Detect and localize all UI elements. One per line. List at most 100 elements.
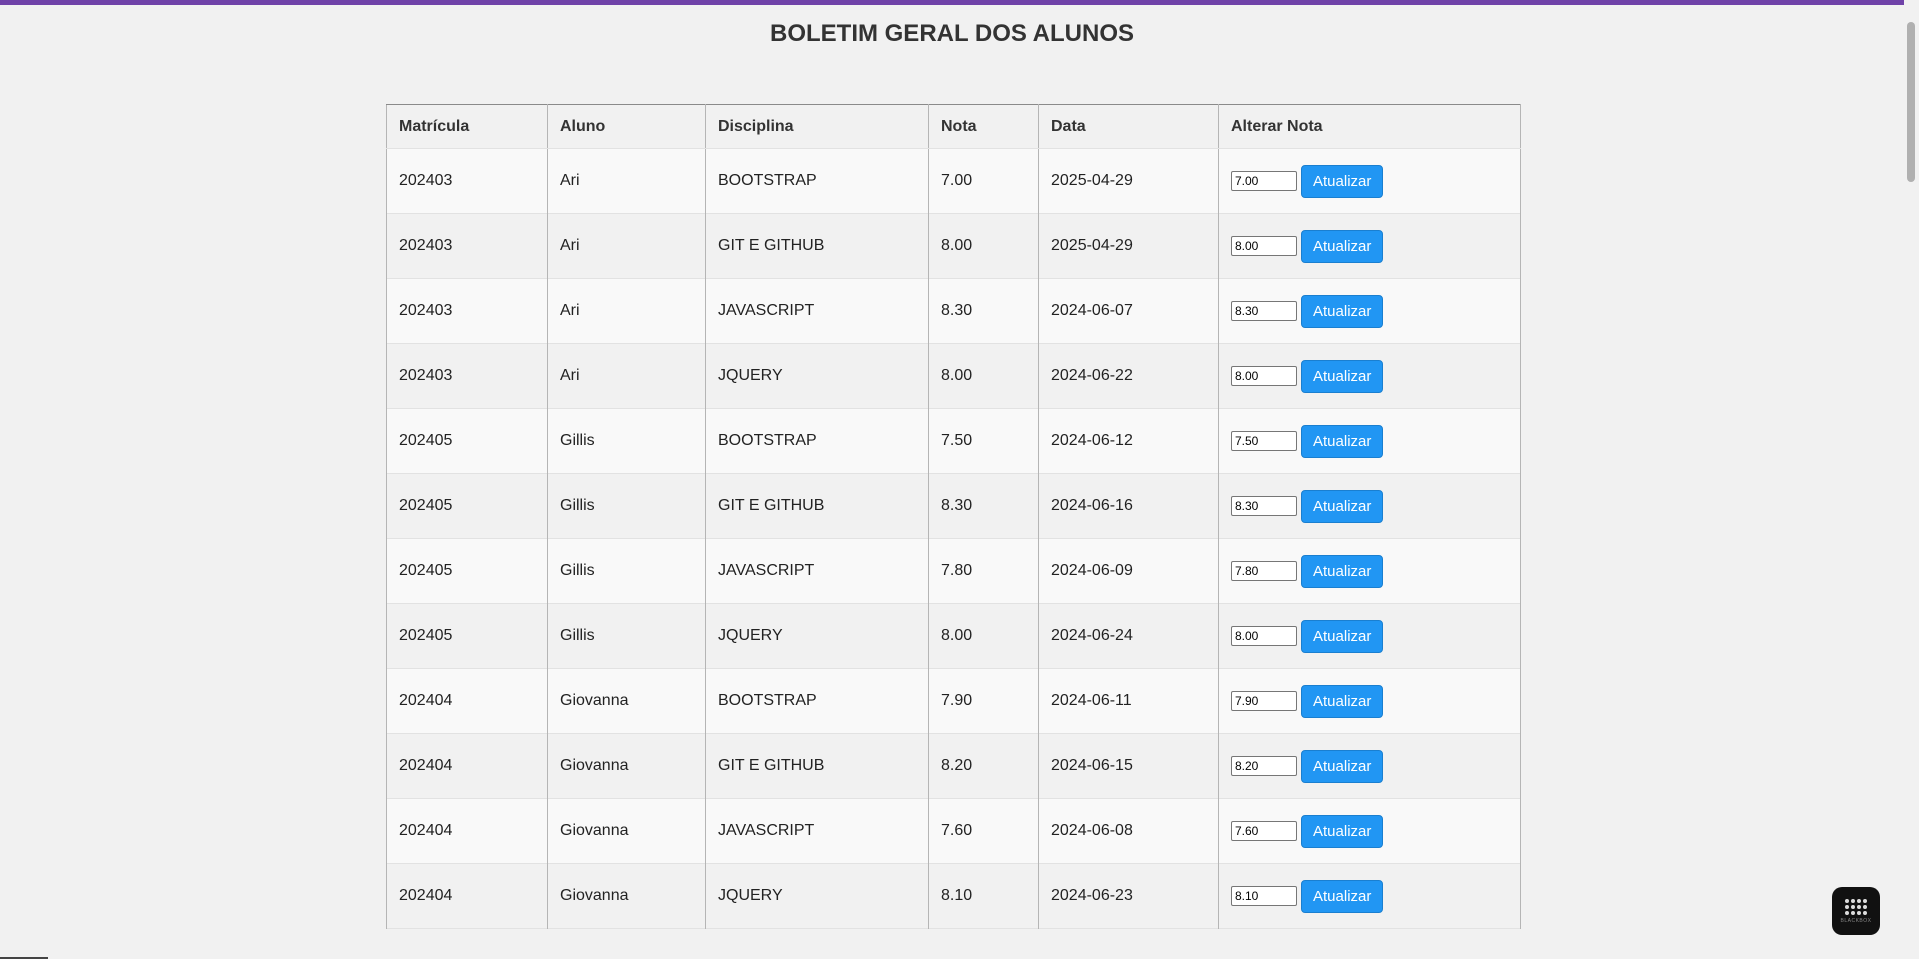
cell-nota: 8.20 bbox=[928, 733, 1039, 799]
cell-nota: 8.00 bbox=[928, 213, 1039, 279]
grade-input[interactable] bbox=[1231, 366, 1297, 386]
update-grade-button[interactable]: Atualizar bbox=[1301, 619, 1384, 653]
cell-matricula: 202403 bbox=[386, 343, 548, 409]
table-row: 202405GillisJQUERY8.002024-06-24 Atualiza… bbox=[386, 603, 1521, 669]
cell-nota: 7.60 bbox=[928, 798, 1039, 864]
cell-alterar-nota: Atualizar bbox=[1218, 343, 1521, 409]
cell-data: 2024-06-07 bbox=[1038, 278, 1219, 344]
table-row: 202404GiovannaJAVASCRIPT7.602024-06-08 At… bbox=[386, 798, 1521, 864]
cell-nota: 7.80 bbox=[928, 538, 1039, 604]
update-grade-button[interactable]: Atualizar bbox=[1301, 489, 1384, 523]
grades-table: Matrícula Aluno Disciplina Nota Data Alt… bbox=[386, 104, 1521, 929]
table-row: 202403AriJAVASCRIPT8.302024-06-07 Atualiz… bbox=[386, 278, 1521, 344]
column-header-nota: Nota bbox=[928, 104, 1039, 149]
page-title: BOLETIM GERAL DOS ALUNOS bbox=[769, 20, 1134, 47]
update-grade-button[interactable]: Atualizar bbox=[1301, 294, 1384, 328]
grade-input[interactable] bbox=[1231, 171, 1297, 191]
cell-data: 2024-06-16 bbox=[1038, 473, 1219, 539]
update-grade-button[interactable]: Atualizar bbox=[1301, 749, 1384, 783]
cell-disciplina: JAVASCRIPT bbox=[705, 798, 929, 864]
update-grade-button[interactable]: Atualizar bbox=[1301, 229, 1384, 263]
table-row: 202404 Giovanna GIT E GITHUB 8.20 2024-06-15… bbox=[386, 733, 1521, 799]
table-row: 202403AriBOOTSTRAP7.002025-04-29 Atualiza… bbox=[386, 148, 1521, 214]
cell-data: 2025-04-29 bbox=[1038, 213, 1219, 279]
cell-alterar-nota: Atualizar bbox=[1218, 473, 1521, 539]
cell-data: 2024-06-08 bbox=[1038, 798, 1219, 864]
grade-input[interactable] bbox=[1231, 821, 1297, 841]
cell-matricula: 202403 bbox=[386, 213, 548, 279]
update-grade-button[interactable]: Atualizar bbox=[1301, 164, 1384, 198]
cell-disciplina: BOOTSTRAP bbox=[705, 668, 929, 734]
cell-disciplina: GIT E GITHUB bbox=[705, 473, 929, 539]
table-row: 202404GiovannaBOOTSTRAP7.902024-06-11 Atu… bbox=[386, 668, 1521, 734]
grade-input[interactable] bbox=[1231, 431, 1297, 451]
cell-data: 2024-06-15 bbox=[1038, 733, 1219, 799]
cell-alterar-nota: Atualizar bbox=[1218, 408, 1521, 474]
cell-data: 2024-06-23 bbox=[1038, 863, 1219, 929]
cell-aluno: Ari bbox=[547, 213, 706, 279]
update-grade-button[interactable]: Atualizar bbox=[1301, 684, 1384, 718]
cell-aluno: Giovanna bbox=[547, 668, 706, 734]
cell-disciplina: BOOTSTRAP bbox=[705, 408, 929, 474]
table-row: 202405GillisBOOTSTRAP7.502024-06-12 Atual… bbox=[386, 408, 1521, 474]
table-row: 202403AriGIT E GITHUB8.002025-04-29 Atual… bbox=[386, 213, 1521, 279]
cell-matricula: 202403 bbox=[386, 148, 548, 214]
cell-matricula: 202405 bbox=[386, 538, 548, 604]
cell-alterar-nota: Atualizar bbox=[1218, 668, 1521, 734]
cell-aluno: Gillis bbox=[547, 473, 706, 539]
cell-nota: 8.30 bbox=[928, 473, 1039, 539]
column-header-matricula: Matrícula bbox=[386, 104, 548, 149]
grade-input[interactable] bbox=[1231, 691, 1297, 711]
cell-disciplina: JAVASCRIPT bbox=[705, 538, 929, 604]
grade-input[interactable] bbox=[1231, 886, 1297, 906]
cell-nota: 8.10 bbox=[928, 863, 1039, 929]
cell-disciplina: JQUERY bbox=[705, 343, 929, 409]
table-row: 202403AriJQUERY8.002024-06-22 Atualizar bbox=[386, 343, 1521, 409]
cell-data: 2024-06-22 bbox=[1038, 343, 1219, 409]
table-row: 202405GillisJAVASCRIPT7.802024-06-09 Atua… bbox=[386, 538, 1521, 604]
blackbox-logo-icon[interactable]: BLACKBOX bbox=[1832, 887, 1880, 935]
cell-alterar-nota: Atualizar bbox=[1218, 213, 1521, 279]
grade-input[interactable] bbox=[1231, 496, 1297, 516]
cell-alterar-nota: Atualizar bbox=[1218, 538, 1521, 604]
column-header-data: Data bbox=[1038, 104, 1219, 149]
table-row: 202404GiovannaJQUERY8.102024-06-23 Atuali… bbox=[386, 863, 1521, 929]
cell-nota: 8.30 bbox=[928, 278, 1039, 344]
cell-matricula: 202404 bbox=[386, 863, 548, 929]
table-header-row: Matrícula Aluno Disciplina Nota Data Alt… bbox=[386, 104, 1521, 149]
grades-table-body: 202403AriBOOTSTRAP7.002025-04-29Atualiza… bbox=[386, 148, 1521, 929]
cell-nota: 8.00 bbox=[928, 603, 1039, 669]
grade-input[interactable] bbox=[1231, 236, 1297, 256]
grade-input[interactable] bbox=[1231, 626, 1297, 646]
cell-aluno: Giovanna bbox=[547, 733, 706, 799]
cell-data: 2024-06-09 bbox=[1038, 538, 1219, 604]
update-grade-button[interactable]: Atualizar bbox=[1301, 424, 1384, 458]
column-header-disciplina: Disciplina bbox=[705, 104, 929, 149]
cell-data: 2025-04-29 bbox=[1038, 148, 1219, 214]
cell-matricula: 202404 bbox=[386, 733, 548, 799]
badge-dots-icon bbox=[1845, 898, 1867, 915]
cell-aluno: Ari bbox=[547, 343, 706, 409]
grade-input[interactable] bbox=[1231, 301, 1297, 321]
grade-input[interactable] bbox=[1231, 756, 1297, 776]
cell-data: 2024-06-11 bbox=[1038, 668, 1219, 734]
cell-alterar-nota: Atualizar bbox=[1218, 733, 1521, 799]
grade-input[interactable] bbox=[1231, 561, 1297, 581]
column-header-alterar-nota: Alterar Nota bbox=[1218, 104, 1521, 149]
update-grade-button[interactable]: Atualizar bbox=[1301, 814, 1384, 848]
cell-aluno: Ari bbox=[547, 278, 706, 344]
cell-nota: 7.00 bbox=[928, 148, 1039, 214]
cell-disciplina: BOOTSTRAP bbox=[705, 148, 929, 214]
cell-matricula: 202405 bbox=[386, 408, 548, 474]
cell-data: 2024-06-12 bbox=[1038, 408, 1219, 474]
update-grade-button[interactable]: Atualizar bbox=[1301, 359, 1384, 393]
cell-alterar-nota: Atualizar bbox=[1218, 798, 1521, 864]
update-grade-button[interactable]: Atualizar bbox=[1301, 879, 1384, 913]
vertical-scrollbar[interactable] bbox=[1904, 0, 1919, 959]
cell-disciplina: GIT E GITHUB bbox=[705, 733, 929, 799]
cell-nota: 7.50 bbox=[928, 408, 1039, 474]
update-grade-button[interactable]: Atualizar bbox=[1301, 554, 1384, 588]
scrollbar-thumb[interactable] bbox=[1907, 22, 1915, 182]
cell-matricula: 202405 bbox=[386, 603, 548, 669]
cell-data: 2024-06-24 bbox=[1038, 603, 1219, 669]
